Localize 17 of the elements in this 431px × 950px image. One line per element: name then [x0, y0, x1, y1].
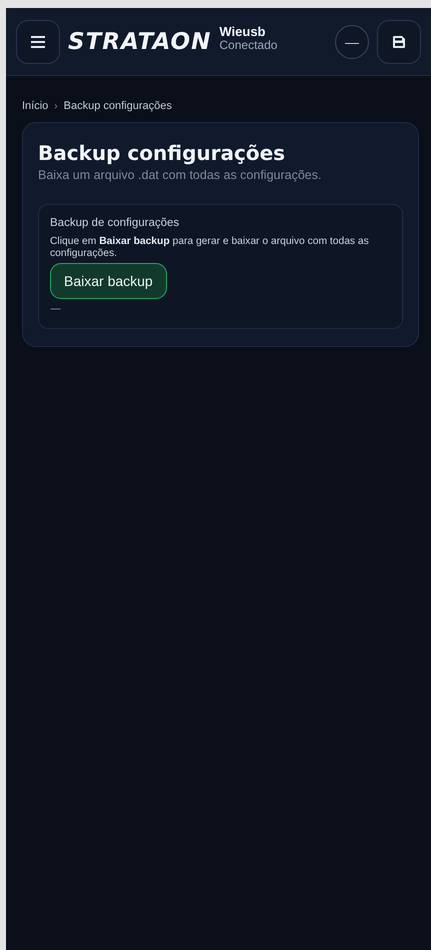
- download-backup-button[interactable]: Baixar backup: [50, 262, 167, 299]
- breadcrumb-item[interactable]: Início: [22, 100, 48, 112]
- save-icon: [392, 34, 406, 48]
- device-name: Wieusb: [219, 25, 266, 40]
- breadcrumb-separator: ›: [54, 100, 58, 112]
- section-description: Clique em Baixar backup para gerar e baixar o arquivo com todas as configurações.: [50, 236, 370, 261]
- device-status: Conectado: [219, 39, 278, 52]
- section-title: Backup de configurações: [50, 217, 180, 229]
- result-text: —: [50, 302, 62, 314]
- menu-button[interactable]: [16, 20, 60, 64]
- status-button[interactable]: —: [335, 24, 369, 58]
- page-title: Backup configurações: [38, 141, 286, 165]
- menu-icon: [30, 34, 46, 48]
- page-subtitle: Baixa um arquivo .dat com todas as configurações.: [38, 168, 322, 182]
- logo: STRATAON: [68, 28, 212, 54]
- breadcrumb-item: Backup configurações: [64, 100, 172, 112]
- save-button[interactable]: [377, 20, 421, 64]
